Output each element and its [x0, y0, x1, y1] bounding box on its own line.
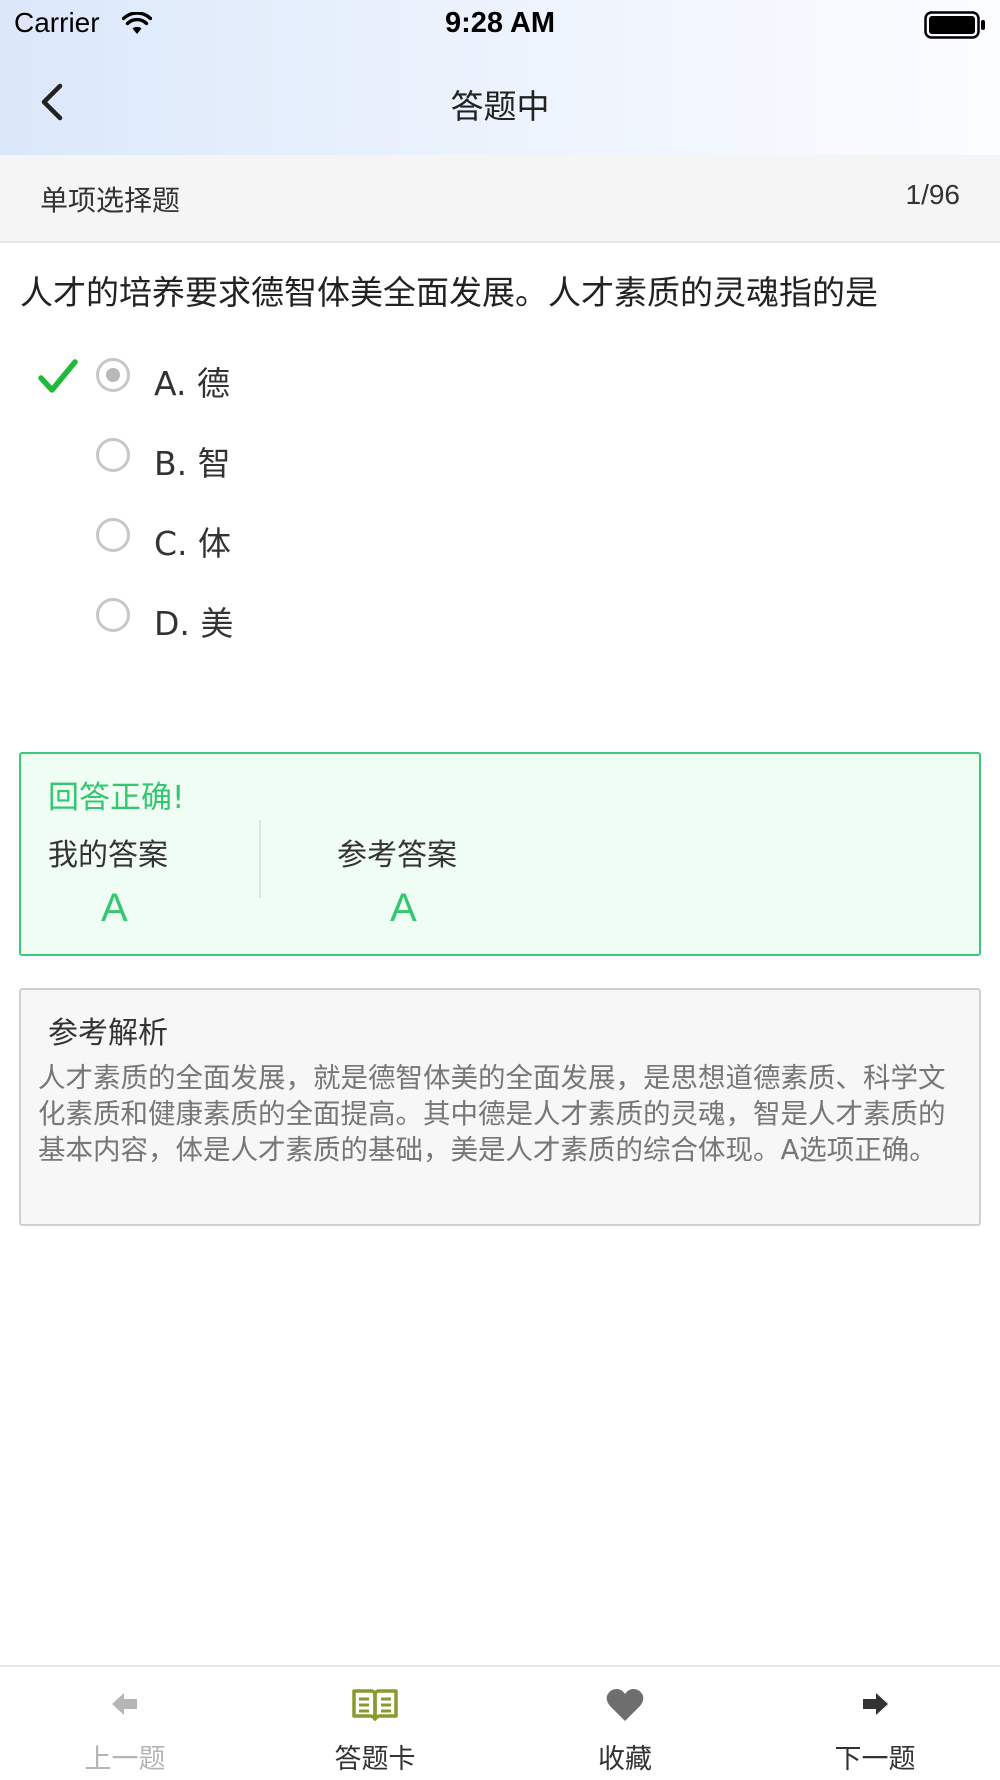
my-answer-value: A	[101, 886, 128, 930]
header: Carrier 9:28 AM 答题中	[0, 0, 1000, 155]
option-a[interactable]: A. 德	[0, 343, 1000, 413]
radio-button[interactable]	[96, 438, 130, 472]
tab-label: 上一题	[84, 1744, 166, 1775]
reference-answer-value: A	[390, 886, 417, 930]
status-time: 9:28 AM	[444, 7, 556, 39]
book-icon	[250, 1687, 500, 1727]
option-label: D. 美	[154, 604, 234, 643]
result-divider	[259, 820, 261, 898]
heart-icon	[500, 1687, 750, 1727]
tab-label: 下一题	[834, 1744, 916, 1775]
question-type-bar: 单项选择题 1/96	[0, 155, 1000, 243]
option-label: C. 体	[154, 524, 232, 563]
option-label: A. 德	[154, 364, 230, 403]
arrow-right-icon	[750, 1687, 1000, 1727]
tab-next-question[interactable]: 下一题	[750, 1667, 1000, 1780]
result-card: 回答正确! 我的答案 参考答案 A A	[19, 752, 981, 956]
tab-label: 收藏	[598, 1744, 652, 1775]
option-d[interactable]: D. 美	[0, 583, 1000, 653]
result-title: 回答正确!	[48, 780, 185, 816]
radio-button[interactable]	[96, 518, 130, 552]
checkmark-icon	[38, 357, 78, 401]
my-answer-label: 我的答案	[48, 838, 168, 873]
analysis-card: 参考解析 人才素质的全面发展，就是德智体美的全面发展，是思想道德素质、科学文化素…	[19, 988, 981, 1226]
tab-bar: 上一题 答题卡 收藏 下一题	[0, 1665, 1000, 1780]
status-bar: Carrier 9:28 AM	[0, 0, 1000, 50]
battery-icon	[924, 11, 986, 46]
radio-button-selected[interactable]	[96, 358, 130, 392]
option-c[interactable]: C. 体	[0, 503, 1000, 573]
question-type-label: 单项选择题	[40, 184, 181, 217]
tab-previous-question[interactable]: 上一题	[0, 1667, 250, 1780]
tab-answer-card[interactable]: 答题卡	[250, 1667, 500, 1780]
analysis-title: 参考解析	[48, 1016, 168, 1051]
nav-bar: 答题中	[0, 50, 1000, 155]
option-b[interactable]: B. 智	[0, 423, 1000, 493]
option-label: B. 智	[154, 444, 231, 483]
tab-label: 答题卡	[334, 1744, 416, 1775]
arrow-left-icon	[0, 1687, 250, 1727]
reference-answer-label: 参考答案	[337, 838, 457, 873]
radio-button[interactable]	[96, 598, 130, 632]
page-title: 答题中	[450, 87, 550, 126]
question-text: 人才的培养要求德智体美全面发展。人才素质的灵魂指的是	[20, 273, 878, 312]
tab-favorite[interactable]: 收藏	[500, 1667, 750, 1780]
analysis-text: 人才素质的全面发展，就是德智体美的全面发展，是思想道德素质、科学文化素质和健康素…	[38, 1062, 946, 1166]
question-index: 1/96	[905, 179, 961, 210]
